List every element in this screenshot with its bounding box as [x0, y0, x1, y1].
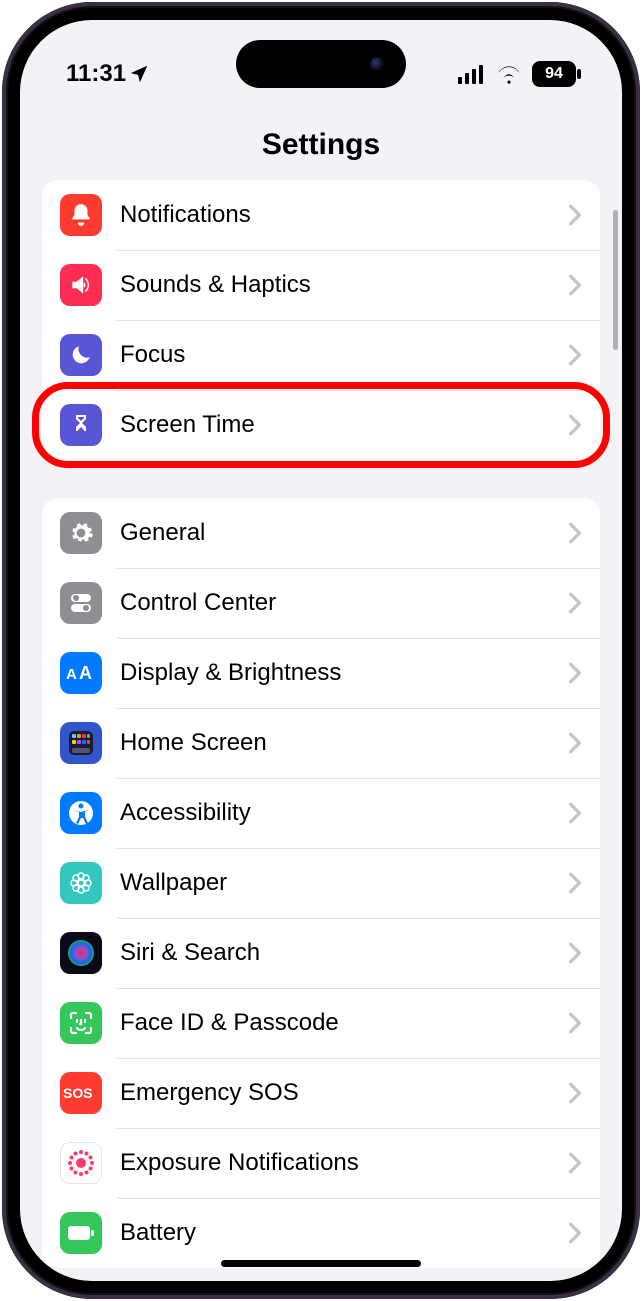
- sos-icon: SOS: [60, 1072, 102, 1114]
- grid-icon: [60, 722, 102, 764]
- row-label: Notifications: [120, 201, 568, 229]
- row-label: Accessibility: [120, 799, 568, 827]
- home-indicator[interactable]: [221, 1260, 421, 1267]
- siri-icon: [60, 932, 102, 974]
- svg-text:SOS: SOS: [63, 1085, 93, 1101]
- chevron-right-icon: [568, 1152, 582, 1174]
- dynamic-island: [236, 40, 406, 88]
- chevron-right-icon: [568, 522, 582, 544]
- settings-row-screen-time[interactable]: Screen Time: [42, 390, 600, 460]
- moon-icon: [60, 334, 102, 376]
- row-label: Sounds & Haptics: [120, 271, 568, 299]
- settings-row-control-center[interactable]: Control Center: [42, 568, 600, 638]
- settings-row-exposure-notifications[interactable]: Exposure Notifications: [42, 1128, 600, 1198]
- screen: 11:31 94: [20, 20, 622, 1281]
- row-label: Emergency SOS: [120, 1079, 568, 1107]
- chevron-right-icon: [568, 1082, 582, 1104]
- location-icon: [128, 63, 150, 85]
- chevron-right-icon: [568, 592, 582, 614]
- accessibility-icon: [60, 792, 102, 834]
- settings-row-emergency-sos[interactable]: SOS Emergency SOS: [42, 1058, 600, 1128]
- chevron-right-icon: [568, 274, 582, 296]
- settings-row-general[interactable]: General: [42, 498, 600, 568]
- settings-row-sounds-haptics[interactable]: Sounds & Haptics: [42, 250, 600, 320]
- settings-row-siri-search[interactable]: Siri & Search: [42, 918, 600, 988]
- wifi-icon: [496, 64, 522, 84]
- settings-list[interactable]: Notifications Sounds & Haptics Focus Screen…: [20, 180, 622, 1268]
- chevron-right-icon: [568, 662, 582, 684]
- row-label: Control Center: [120, 589, 568, 617]
- chevron-right-icon: [568, 802, 582, 824]
- battery-level: 94: [545, 65, 563, 83]
- chevron-right-icon: [568, 1012, 582, 1034]
- row-label: Wallpaper: [120, 869, 568, 897]
- gear-icon: [60, 512, 102, 554]
- cellular-icon: [458, 64, 486, 84]
- faceid-icon: [60, 1002, 102, 1044]
- chevron-right-icon: [568, 872, 582, 894]
- header: Settings: [20, 100, 622, 180]
- chevron-right-icon: [568, 344, 582, 366]
- settings-row-battery[interactable]: Battery: [42, 1198, 600, 1268]
- battery-icon: 94: [532, 61, 576, 87]
- chevron-right-icon: [568, 942, 582, 964]
- bell-icon: [60, 194, 102, 236]
- settings-row-notifications[interactable]: Notifications: [42, 180, 600, 250]
- aa-icon: AA: [60, 652, 102, 694]
- chevron-right-icon: [568, 204, 582, 226]
- settings-group: General Control Center AA Display & Brightn…: [42, 498, 600, 1268]
- settings-row-display-brightness[interactable]: AA Display & Brightness: [42, 638, 600, 708]
- page-title: Settings: [20, 128, 622, 162]
- row-label: Battery: [120, 1219, 568, 1247]
- flower-icon: [60, 862, 102, 904]
- chevron-right-icon: [568, 414, 582, 436]
- svg-text:A: A: [79, 663, 92, 683]
- status-time: 11:31: [66, 60, 126, 88]
- chevron-right-icon: [568, 1222, 582, 1244]
- row-label: Exposure Notifications: [120, 1149, 568, 1177]
- row-label: Siri & Search: [120, 939, 568, 967]
- settings-group: Notifications Sounds & Haptics Focus Screen…: [42, 180, 600, 460]
- battery-icon: [60, 1212, 102, 1254]
- settings-row-accessibility[interactable]: Accessibility: [42, 778, 600, 848]
- row-label: Display & Brightness: [120, 659, 568, 687]
- settings-row-wallpaper[interactable]: Wallpaper: [42, 848, 600, 918]
- row-label: Screen Time: [120, 411, 568, 439]
- exposure-icon: [60, 1142, 102, 1184]
- settings-row-focus[interactable]: Focus: [42, 320, 600, 390]
- settings-row-home-screen[interactable]: Home Screen: [42, 708, 600, 778]
- scroll-indicator[interactable]: [613, 210, 618, 350]
- chevron-right-icon: [568, 732, 582, 754]
- row-label: Face ID & Passcode: [120, 1009, 568, 1037]
- svg-text:A: A: [66, 666, 77, 683]
- phone-frame: 11:31 94: [2, 2, 640, 1299]
- row-label: General: [120, 519, 568, 547]
- row-label: Home Screen: [120, 729, 568, 757]
- row-label: Focus: [120, 341, 568, 369]
- speaker-icon: [60, 264, 102, 306]
- switches-icon: [60, 582, 102, 624]
- settings-row-face-id-passcode[interactable]: Face ID & Passcode: [42, 988, 600, 1058]
- hourglass-icon: [60, 404, 102, 446]
